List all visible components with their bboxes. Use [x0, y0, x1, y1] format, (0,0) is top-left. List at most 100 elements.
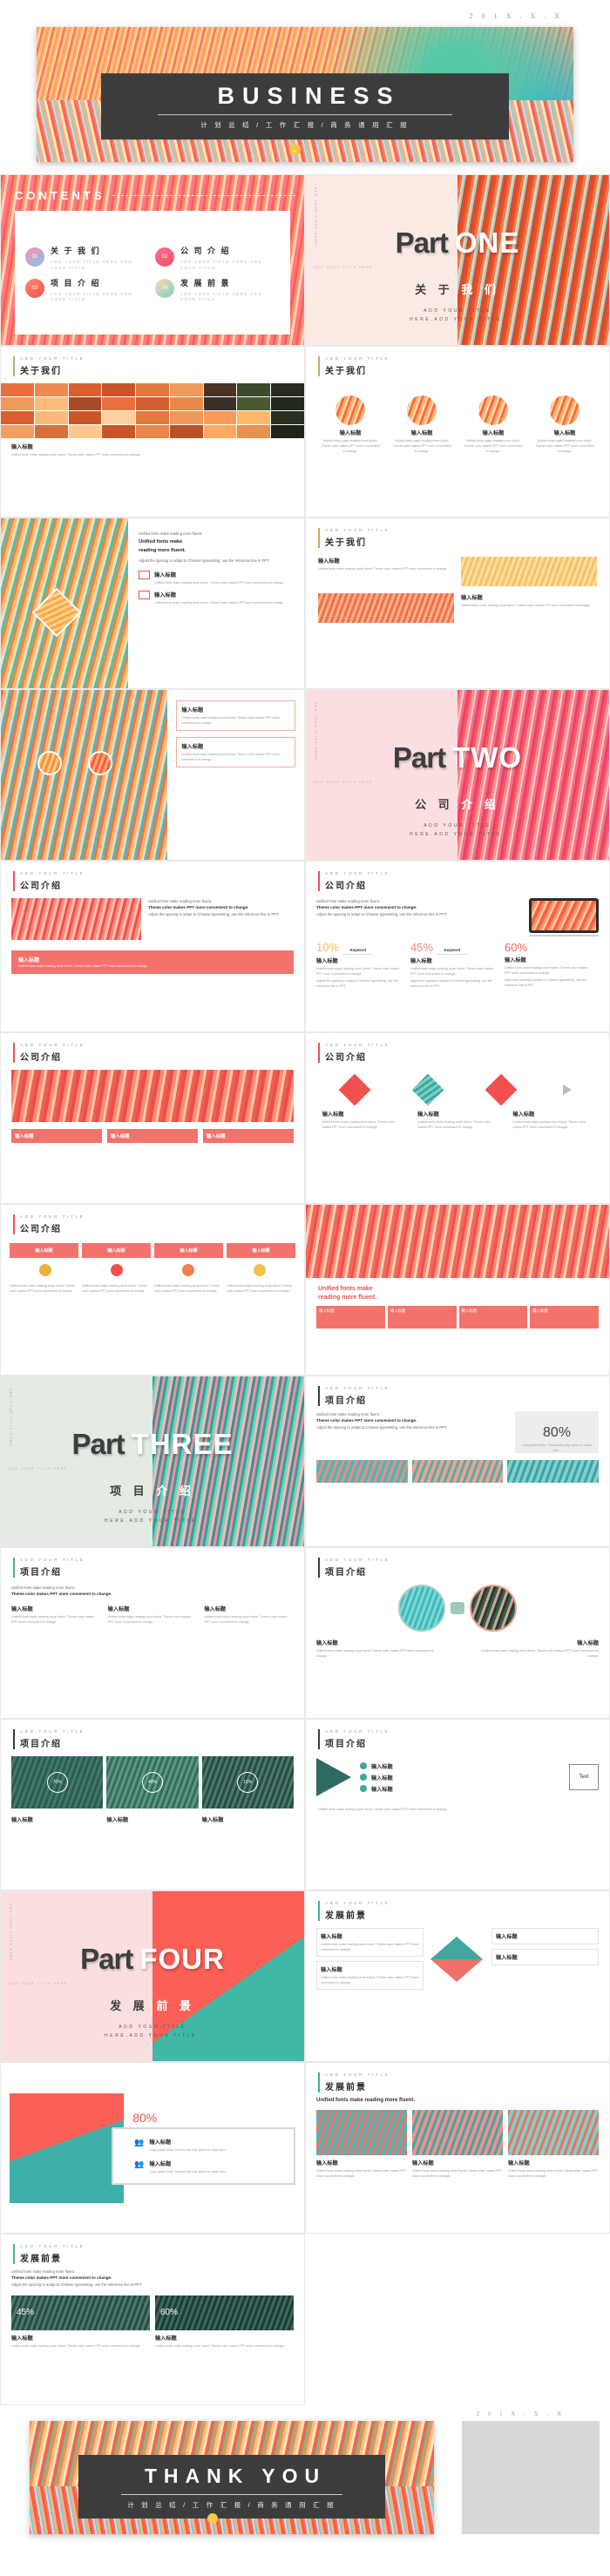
placeholder-body: Unified fonts make reading more fluent. … [505, 966, 588, 976]
placeholder-title: 输入标题 [577, 1640, 599, 1646]
part-cn-a: 关 于 [415, 282, 454, 296]
badge-icon [182, 1264, 194, 1276]
pct-value: 80% [542, 1425, 572, 1440]
placeholder-body: Unified fonts make reading more fluent. … [227, 1284, 292, 1294]
toc-item-2[interactable]: 02 公 司 介 绍 ADD YOUR TITLE HERE.ADD YOUR … [155, 242, 280, 271]
slide-header: ADD YOUR TITLE 公司介绍 [1, 1033, 304, 1063]
slide-company-timeline: ADD YOUR TITLE 公司介绍 输入标题 Unified fonts m… [305, 1032, 610, 1204]
placeholder-title: 输入标题 [461, 595, 483, 601]
stat-card: 输入标题 [387, 1305, 457, 1329]
placeholder-title: 输入标题 [11, 1817, 33, 1823]
slide-title: 公司介绍 [20, 882, 62, 891]
slide-about-mosaic: ADD YOUR TITLE 关于我们 输入标题 Unified fonts m… [0, 346, 305, 517]
slide-contents: CONTENTS 01 关 于 我 们 ADD YOUR TITLE HERE.… [0, 174, 305, 346]
toc-item-3[interactable]: 03 项 目 介 绍 ADD YOUR TITLE HERE.ADD YOUR … [25, 274, 150, 303]
arrow-icon [563, 1085, 572, 1095]
placeholder-body: Unified fonts make reading more fluent. … [417, 1120, 491, 1130]
kpi-value: 45% [410, 941, 434, 954]
slide-header: ADD YOUR TITLE 关于我们 [306, 518, 609, 548]
placeholder-title: 输入标题 [155, 2335, 177, 2342]
placeholder-title: 输入标题 [371, 1775, 393, 1782]
pct-caption: Copy paste fonts. Choose the only option… [522, 1444, 592, 1453]
badge-icon [111, 1264, 123, 1276]
slide-header: ADD YOUR TITLE 项目介绍 [1, 1548, 304, 1578]
panel-image: 70% [11, 1756, 104, 1809]
placeholder-title: 输入标题 [496, 1934, 518, 1940]
body-line-1: Unified fonts make reading more fluent. [11, 1585, 76, 1590]
laptop-mockup [529, 898, 599, 936]
list-item: 输入标题 Unified fonts make reading more flu… [108, 1605, 198, 1625]
circle-item: 输入标题 Unified fonts make reading more flu… [320, 396, 381, 454]
part-chinese-title: 关 于 我 们 [306, 281, 609, 297]
placeholder-body: Unified fonts make reading more fluent. … [481, 1649, 599, 1659]
placeholder-title: 输入标题 [322, 1112, 344, 1118]
part-en-2: HERE.ADD YOUR TITLE. [410, 831, 505, 837]
slide-about-two-circles: 输入标题 Unified fonts make reading more flu… [0, 689, 305, 861]
placeholder-body: Unified fonts make reading more fluent. … [512, 1120, 586, 1130]
headline-text: Unified fonts make reading more fluent. [316, 2098, 416, 2103]
slide-eyebrow: ADD YOUR TITLE [325, 2072, 390, 2077]
icon-card: 输入标题 [154, 1243, 223, 1258]
thankyou-band: THANK YOU 计 划 总 结 / 工 作 汇 报 / 商 务 通 用 汇 … [78, 2455, 386, 2519]
slide-company-headline: Unified fonts make reading more fluent. … [305, 1204, 610, 1376]
timeline-item: 输入标题 Unified fonts make reading more flu… [417, 1110, 498, 1130]
part-en-2: HERE.ADD YOUR TITLE. [105, 2032, 200, 2038]
placeholder-body: Unified fonts make reading more fluent. … [155, 2343, 285, 2348]
toc-item-1[interactable]: 01 关 于 我 们 ADD YOUR TITLE HERE.ADD YOUR … [25, 242, 150, 271]
slide-eyebrow: ADD YOUR TITLE [325, 1729, 390, 1734]
slide-title: 关于我们 [325, 538, 367, 548]
thumb-caption: 输入标题 Unified fonts make reading more flu… [316, 2159, 407, 2179]
body-line-2: Adjust the spacing to adapt to Chinese t… [316, 1425, 448, 1430]
slide-eyebrow: ADD YOUR TITLE [20, 1043, 85, 1047]
placeholder-title: 输入标题 [508, 2160, 530, 2167]
mail-icon [139, 591, 151, 600]
placeholder-body: Unified fonts make reading more fluent. … [11, 1615, 95, 1625]
slide-title: 项目介绍 [325, 1568, 367, 1578]
toc-title: 关 于 我 们 [51, 247, 101, 256]
placeholder-body: Unified fonts make reading more fluent. … [181, 753, 280, 762]
part-side-label: ADD YOUR TITLE HERE [9, 1467, 68, 1471]
slide-header: ADD YOUR TITLE 公司介绍 [306, 862, 609, 891]
placeholder-title: 输入标题 [316, 1640, 338, 1646]
slide-title: 项目介绍 [325, 1396, 367, 1406]
slide-header: ADD YOUR TITLE 公司介绍 [306, 1033, 609, 1063]
placeholder-body: Unified fonts make reading more fluent. … [316, 967, 400, 977]
placeholder-body-2: Adjust the spacing to adapt to Chinese t… [505, 978, 586, 988]
panel-image: 15% [201, 1756, 294, 1809]
part-chinese-title: 公 司 介 绍 [306, 795, 609, 812]
triangle-graphic [430, 1928, 485, 1990]
slide-part-three: ADD YOUR TITLE HERE ADD YOUR TITLE HERE … [0, 1376, 305, 1547]
slide-title: 项目介绍 [325, 1740, 367, 1749]
slide-header: ADD YOUR TITLE 关于我们 [1, 347, 304, 376]
icon-card: 输入标题 [82, 1243, 151, 1258]
part-cn-b: 介 绍 [156, 1484, 195, 1498]
placeholder-title: 输入标题 [461, 1308, 478, 1313]
slide-header: ADD YOUR TITLE 项目介绍 [306, 1720, 609, 1749]
kpi-keyword: Keyword [342, 948, 374, 955]
circle-connector [451, 1602, 464, 1614]
placeholder-panel [462, 2421, 600, 2534]
badge-icon [254, 1264, 266, 1276]
quadrant-item: 输入标题 Unified fonts make reading more flu… [461, 593, 597, 623]
body-line-1: Unified fonts make reading more fluent. [316, 899, 381, 903]
cover-title-band: BUSINESS 计 划 总 结 / 工 作 汇 报 / 商 务 通 用 汇 报 [100, 72, 510, 140]
kpi-value: 45% [17, 2308, 35, 2318]
placeholder-body: Unified fonts make reading more fluent. … [321, 1943, 419, 1952]
kpi-value: 60% [505, 941, 528, 954]
cover-title: BUSINESS [217, 82, 401, 109]
placeholder-body: Unified fonts make reading more fluent. … [154, 601, 284, 605]
scroll-down-icon [207, 2513, 219, 2524]
placeholder-title: 输入标题 [204, 1606, 227, 1613]
future-card: 输入标题 [491, 1949, 599, 1965]
placeholder-body: Unified fonts make reading more fluent. … [321, 1976, 419, 1985]
placeholder-body: Unified fonts make reading more fluent. … [412, 2169, 503, 2179]
slide-title: 发展前景 [325, 1911, 367, 1921]
placeholder-body: Unified fonts make reading more fluent. … [464, 439, 523, 454]
panel-caption: 输入标题 [106, 1815, 198, 1823]
part-english-sub: ADD YOUR TITLE HERE.ADD YOUR TITLE. [1, 2024, 304, 2040]
slide-project-80: ADD YOUR TITLE 项目介绍 Unified fonts make r… [305, 1376, 610, 1547]
part-english-sub: ADD YOUR TITLE HERE.ADD YOUR TITLE. [306, 308, 609, 324]
toc-item-4[interactable]: 04 发 展 前 景 ADD YOUR TITLE HERE.ADD YOUR … [155, 274, 280, 303]
contents-header: CONTENTS [15, 189, 295, 202]
part-side-label: ADD YOUR TITLE HERE [314, 266, 373, 270]
